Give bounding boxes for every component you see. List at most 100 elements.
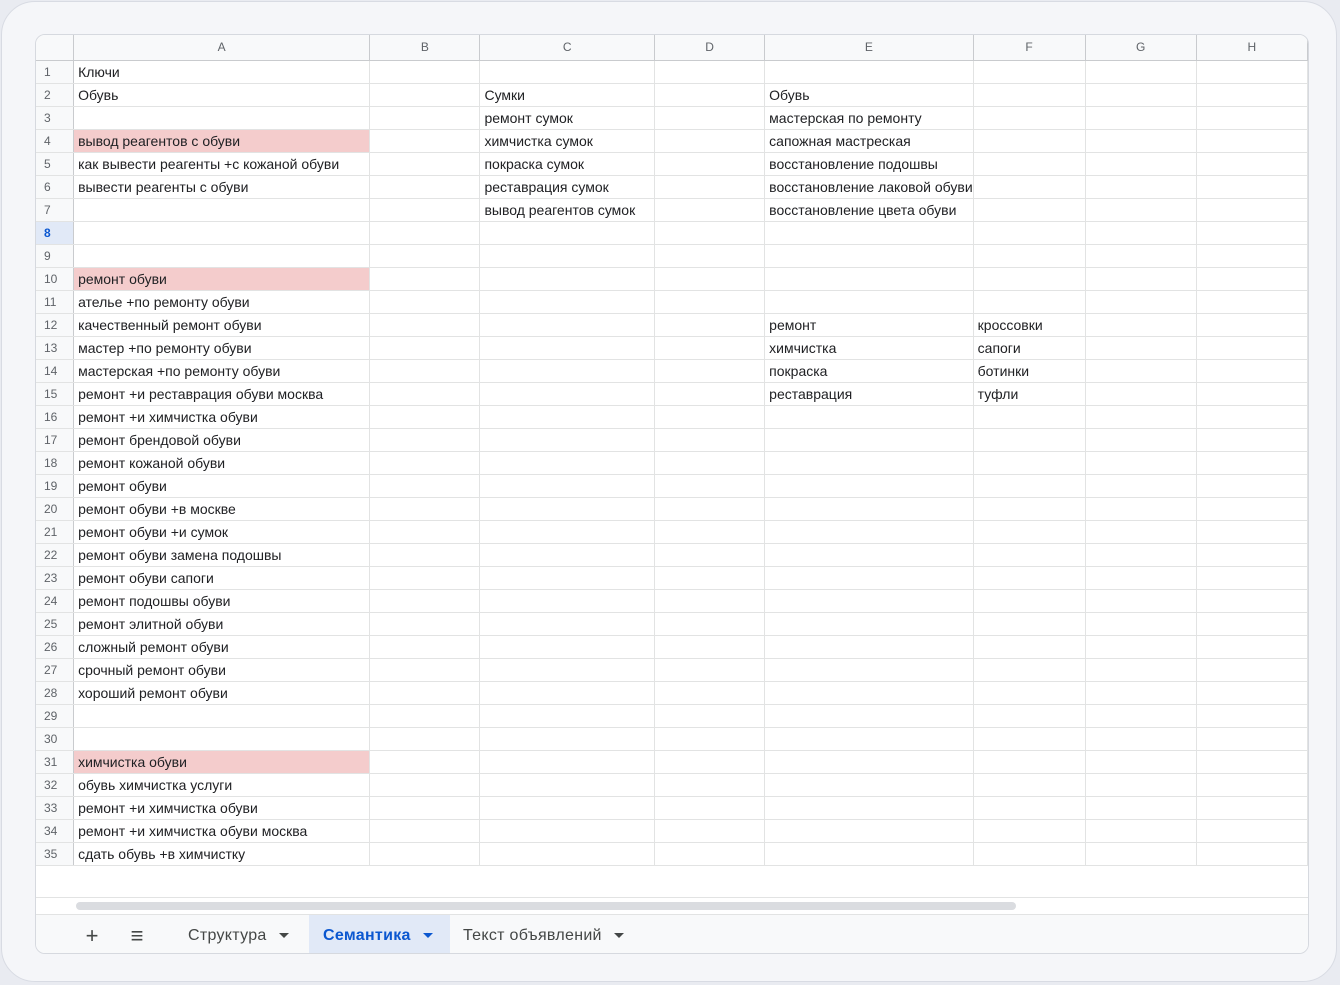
cell-f5[interactable] xyxy=(973,152,1086,176)
cell-e1[interactable] xyxy=(764,60,974,84)
cell-h26[interactable] xyxy=(1196,635,1308,659)
row-header[interactable]: 22 xyxy=(36,543,75,567)
cell-c29[interactable] xyxy=(479,704,655,728)
cell-c12[interactable] xyxy=(479,313,655,337)
cell-d10[interactable] xyxy=(654,267,766,291)
cell-b8[interactable] xyxy=(369,221,481,245)
column-header-f[interactable]: F xyxy=(973,35,1086,61)
row-header[interactable]: 30 xyxy=(36,727,75,751)
cell-g33[interactable] xyxy=(1085,796,1197,820)
cell-c19[interactable] xyxy=(479,474,655,498)
cell-h21[interactable] xyxy=(1196,520,1308,544)
cell-e7[interactable]: восстановление цвета обуви xyxy=(764,198,974,222)
cell-d12[interactable] xyxy=(654,313,766,337)
cell-h32[interactable] xyxy=(1196,773,1308,797)
cell-g34[interactable] xyxy=(1085,819,1197,843)
cell-e11[interactable] xyxy=(764,290,974,314)
cell-h6[interactable] xyxy=(1196,175,1308,199)
cell-b9[interactable] xyxy=(369,244,481,268)
cell-g1[interactable] xyxy=(1085,60,1197,84)
cell-e6[interactable]: восстановление лаковой обуви xyxy=(764,175,974,199)
cell-b16[interactable] xyxy=(369,405,481,429)
cell-b2[interactable] xyxy=(369,83,481,107)
cell-c32[interactable] xyxy=(479,773,655,797)
cell-c30[interactable] xyxy=(479,727,655,751)
cell-c28[interactable] xyxy=(479,681,655,705)
cell-e23[interactable] xyxy=(764,566,974,590)
cell-f30[interactable] xyxy=(973,727,1086,751)
row-header[interactable]: 2 xyxy=(36,83,75,107)
row-header[interactable]: 32 xyxy=(36,773,75,797)
cell-g20[interactable] xyxy=(1085,497,1197,521)
cell-h17[interactable] xyxy=(1196,428,1308,452)
cell-d4[interactable] xyxy=(654,129,766,153)
chevron-down-icon[interactable] xyxy=(422,933,433,938)
cell-d29[interactable] xyxy=(654,704,766,728)
cell-e32[interactable] xyxy=(764,773,974,797)
cell-a17[interactable]: ремонт брендовой обуви xyxy=(73,428,371,452)
cell-c35[interactable] xyxy=(479,842,655,866)
cell-h3[interactable] xyxy=(1196,106,1308,130)
cell-d2[interactable] xyxy=(654,83,766,107)
column-header-a[interactable]: A xyxy=(73,35,371,61)
column-header-b[interactable]: B xyxy=(369,35,481,61)
cell-g29[interactable] xyxy=(1085,704,1197,728)
cell-b32[interactable] xyxy=(369,773,481,797)
cell-a10[interactable]: ремонт обуви xyxy=(73,267,371,291)
cell-e18[interactable] xyxy=(764,451,974,475)
cell-h15[interactable] xyxy=(1196,382,1308,406)
cell-b11[interactable] xyxy=(369,290,481,314)
cell-a18[interactable]: ремонт кожаной обуви xyxy=(73,451,371,475)
cell-f11[interactable] xyxy=(973,290,1086,314)
row-header[interactable]: 31 xyxy=(36,750,75,774)
cell-a9[interactable] xyxy=(73,244,371,268)
cell-d19[interactable] xyxy=(654,474,766,498)
cell-b24[interactable] xyxy=(369,589,481,613)
cell-d7[interactable] xyxy=(654,198,766,222)
cell-d8[interactable] xyxy=(654,221,766,245)
cell-e33[interactable] xyxy=(764,796,974,820)
cell-f12[interactable]: кроссовки xyxy=(973,313,1086,337)
cell-a12[interactable]: качественный ремонт обуви xyxy=(73,313,371,337)
row-header[interactable]: 1 xyxy=(36,60,75,84)
cell-c14[interactable] xyxy=(479,359,655,383)
cell-h8[interactable] xyxy=(1196,221,1308,245)
cell-a27[interactable]: срочный ремонт обуви xyxy=(73,658,371,682)
cell-g30[interactable] xyxy=(1085,727,1197,751)
cell-h34[interactable] xyxy=(1196,819,1308,843)
cell-b33[interactable] xyxy=(369,796,481,820)
cell-a24[interactable]: ремонт подошвы обуви xyxy=(73,589,371,613)
cell-g24[interactable] xyxy=(1085,589,1197,613)
all-sheets-menu-icon[interactable]: ≡ xyxy=(124,923,150,949)
cell-b31[interactable] xyxy=(369,750,481,774)
cell-f15[interactable]: туфли xyxy=(973,382,1086,406)
cell-a22[interactable]: ремонт обуви замена подошвы xyxy=(73,543,371,567)
cell-f27[interactable] xyxy=(973,658,1086,682)
cell-d31[interactable] xyxy=(654,750,766,774)
cell-e13[interactable]: химчистка xyxy=(764,336,974,360)
cell-h30[interactable] xyxy=(1196,727,1308,751)
cell-e29[interactable] xyxy=(764,704,974,728)
cell-g21[interactable] xyxy=(1085,520,1197,544)
cell-c4[interactable]: химчистка сумок xyxy=(479,129,655,153)
cell-e17[interactable] xyxy=(764,428,974,452)
cell-c20[interactable] xyxy=(479,497,655,521)
cell-d9[interactable] xyxy=(654,244,766,268)
cell-b6[interactable] xyxy=(369,175,481,199)
row-header[interactable]: 28 xyxy=(36,681,75,705)
cell-h4[interactable] xyxy=(1196,129,1308,153)
cell-f24[interactable] xyxy=(973,589,1086,613)
cell-a16[interactable]: ремонт +и химчистка обуви xyxy=(73,405,371,429)
cell-c27[interactable] xyxy=(479,658,655,682)
cell-g12[interactable] xyxy=(1085,313,1197,337)
tab-semantika[interactable]: Семантика xyxy=(309,915,450,953)
cell-e31[interactable] xyxy=(764,750,974,774)
cell-a21[interactable]: ремонт обуви +и сумок xyxy=(73,520,371,544)
cell-b25[interactable] xyxy=(369,612,481,636)
cell-h23[interactable] xyxy=(1196,566,1308,590)
cell-c24[interactable] xyxy=(479,589,655,613)
cell-h10[interactable] xyxy=(1196,267,1308,291)
chevron-down-icon[interactable] xyxy=(613,933,624,938)
row-header[interactable]: 15 xyxy=(36,382,75,406)
cell-b7[interactable] xyxy=(369,198,481,222)
